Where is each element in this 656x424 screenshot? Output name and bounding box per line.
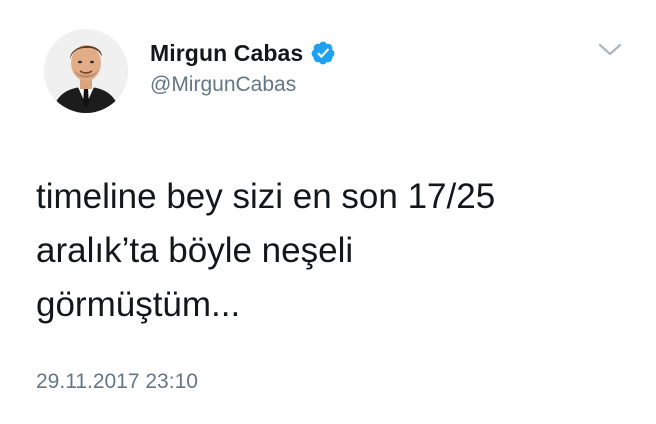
avatar[interactable] bbox=[44, 29, 128, 113]
author-display-name[interactable]: Mirgun Cabas bbox=[150, 40, 303, 67]
author-name-row: Mirgun Cabas bbox=[150, 38, 336, 68]
chevron-down-icon[interactable] bbox=[596, 40, 624, 60]
tweet-text: timeline bey sizi en son 17/25 aralık’ta… bbox=[36, 170, 616, 332]
tweet-text-line: aralık’ta böyle neşeli bbox=[36, 231, 354, 270]
tweet-timestamp[interactable]: 29.11.2017 23:10 bbox=[36, 370, 198, 394]
tweet-text-line: timeline bey sizi en son 17/25 bbox=[36, 177, 496, 216]
verified-badge-icon bbox=[310, 40, 336, 66]
avatar-image bbox=[44, 29, 128, 113]
tweet-text-line: görmüştüm... bbox=[36, 285, 241, 324]
tweet-card: Mirgun Cabas @MirgunCabas timeline bey s… bbox=[0, 0, 656, 424]
author-handle[interactable]: @MirgunCabas bbox=[150, 73, 296, 97]
